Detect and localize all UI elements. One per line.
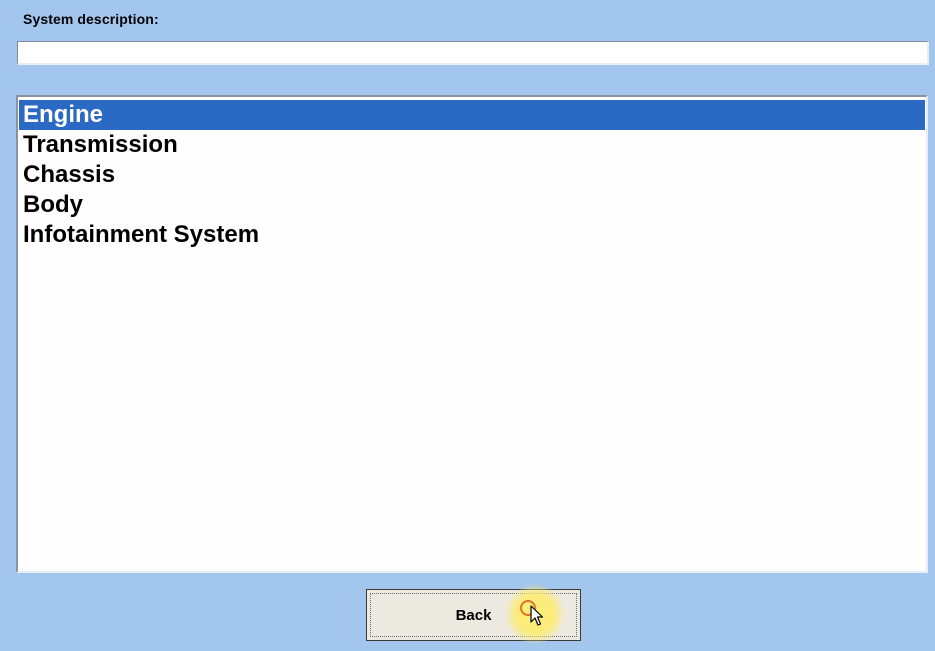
list-item-infotainment-system[interactable]: Infotainment System — [19, 220, 925, 250]
back-button-focus-rect: Back — [370, 593, 577, 637]
list-item-transmission[interactable]: Transmission — [19, 130, 925, 160]
list-item-chassis[interactable]: Chassis — [19, 160, 925, 190]
list-item-engine[interactable]: Engine — [19, 100, 925, 130]
back-button-label: Back — [455, 606, 492, 624]
list-item-body[interactable]: Body — [19, 190, 925, 220]
back-button[interactable]: Back — [366, 589, 581, 641]
system-description-label: System description: — [23, 11, 159, 27]
systems-listbox[interactable]: Engine Transmission Chassis Body Infotai… — [16, 95, 928, 573]
system-description-input[interactable] — [17, 41, 929, 65]
